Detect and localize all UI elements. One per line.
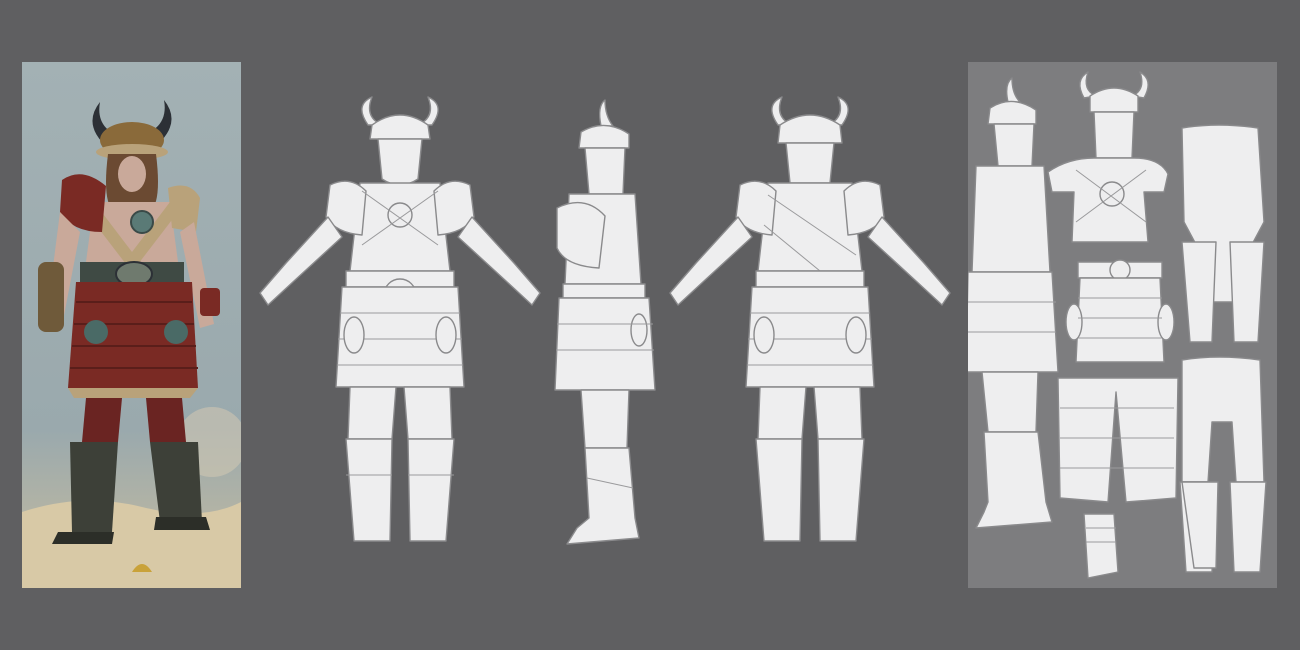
character-back-lineart <box>669 96 951 542</box>
bracer-part <box>1083 513 1119 579</box>
side-view-figure <box>545 98 665 548</box>
warrior-concept-illustration <box>22 62 241 588</box>
back-view-figure <box>660 95 960 550</box>
parts-breakdown <box>968 71 1267 579</box>
belt-skirt-part <box>1065 259 1175 363</box>
parts-breakdown-panel <box>968 62 1277 588</box>
character-turnaround-sheet <box>0 0 1300 650</box>
torso-armor-part <box>1047 71 1169 243</box>
character-front-lineart <box>259 96 541 542</box>
front-view-figure <box>250 95 550 550</box>
armor-side-part <box>968 77 1059 529</box>
skirt-plate-part <box>1057 377 1179 503</box>
character-side-lineart <box>554 99 656 545</box>
concept-painting <box>22 62 241 588</box>
